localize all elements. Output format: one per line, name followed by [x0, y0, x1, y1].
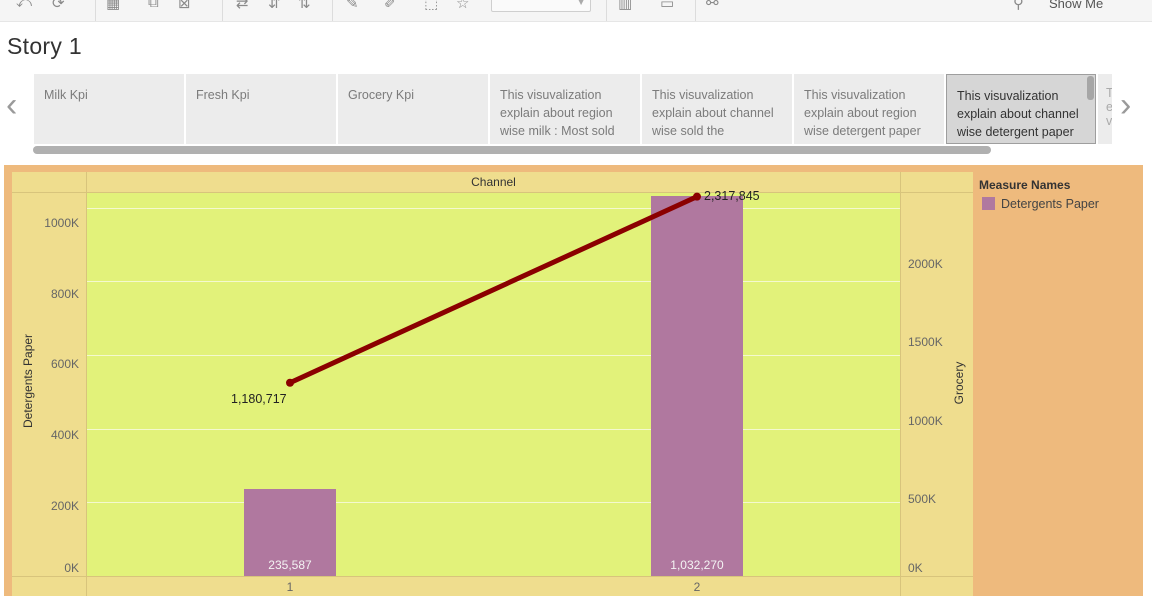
story-point[interactable]: This visuvalization explain about channe…: [642, 74, 792, 144]
left-axis-tick: 1000K: [44, 216, 79, 230]
left-axis-tick: 200K: [50, 499, 79, 513]
right-axis-tick: 0K: [908, 561, 923, 575]
story-points-horizontal-scrollbar[interactable]: [33, 146, 991, 154]
right-axis-tick: 500K: [908, 492, 937, 506]
toolbar: ⤺ ⟳ ▦ ⧉ ⊠ ⇄ ⇵ ⇅ ✎ ✐ ⬚ ☆ ▼ ▥ ▭ ⚯ ⚲ Show M…: [0, 0, 1152, 22]
swap-icon[interactable]: ⇄: [236, 0, 249, 12]
story-point-partial[interactable]: Th e v: [1098, 74, 1112, 144]
story-point[interactable]: This visuvalization explain about region…: [490, 74, 640, 144]
right-axis-tick: 1000K: [908, 414, 943, 428]
show-me-icon: ⚲: [1013, 0, 1024, 12]
sort-ascending-icon[interactable]: ⇵: [268, 0, 281, 12]
x-axis-tick: 2: [693, 580, 701, 594]
story-point[interactable]: Grocery Kpi: [338, 74, 488, 144]
left-axis-tick: 0K: [64, 561, 79, 575]
column-header-channel: Channel: [471, 175, 516, 189]
story-title: Story 1: [7, 33, 82, 59]
gridline: [87, 208, 900, 209]
fit-icon[interactable]: ⬚: [424, 0, 438, 12]
legend-swatch[interactable]: [982, 197, 995, 210]
story-point[interactable]: This visuvalization explain about region…: [794, 74, 944, 144]
sort-descending-icon[interactable]: ⇅: [298, 0, 311, 12]
duplicate-sheet-icon[interactable]: ⧉: [148, 0, 159, 11]
right-axis-tick: 2000K: [908, 257, 943, 271]
x-axis-tick: 1: [286, 580, 294, 594]
left-axis-tick: 600K: [50, 357, 79, 371]
show-labels-icon[interactable]: ▥: [618, 0, 632, 12]
share-icon[interactable]: ⚯: [706, 0, 719, 12]
story-point-active[interactable]: This visuvalization explain about channe…: [946, 74, 1096, 144]
gridline: [87, 502, 900, 503]
story-point[interactable]: Fresh Kpi: [186, 74, 336, 144]
gridline: [87, 429, 900, 430]
bar-data-label: 1,032,270: [670, 558, 724, 572]
line-data-label: 2,317,845: [704, 188, 760, 203]
story-point-scrollbar[interactable]: [1087, 76, 1094, 100]
new-sheet-icon[interactable]: ▦: [106, 0, 120, 12]
clear-sheet-icon[interactable]: ⊠: [178, 0, 191, 12]
bar-data-label: 235,587: [268, 558, 312, 572]
next-point-arrow-icon[interactable]: ›: [1120, 88, 1131, 122]
pin-icon[interactable]: ☆: [456, 0, 469, 12]
right-axis-title: Grocery: [952, 361, 966, 405]
show-me-button[interactable]: Show Me: [1049, 0, 1103, 11]
highlight-icon[interactable]: ✎: [346, 0, 359, 12]
undo-icon[interactable]: ⤺: [16, 0, 32, 11]
left-axis-tick: 400K: [50, 428, 79, 442]
legend-item-label[interactable]: Detergents Paper: [1001, 197, 1099, 211]
plot-area: [87, 193, 900, 576]
story-point[interactable]: Milk Kpi: [34, 74, 184, 144]
left-axis-tick: 800K: [50, 287, 79, 301]
legend-title: Measure Names: [979, 178, 1071, 192]
right-axis-tick: 1500K: [908, 335, 943, 349]
refresh-icon[interactable]: ⟳: [52, 0, 65, 12]
story-points-strip: Milk Kpi Fresh Kpi Grocery Kpi This visu…: [34, 74, 1098, 144]
gridline: [87, 281, 900, 282]
line-data-label: 1,180,717: [231, 391, 287, 406]
left-axis-title: Detergents Paper: [21, 333, 35, 428]
bar-detergents-paper[interactable]: [651, 195, 743, 576]
fit-dropdown[interactable]: ▼: [491, 0, 591, 12]
presentation-icon[interactable]: ▭: [660, 0, 674, 12]
annotate-icon[interactable]: ✐: [384, 0, 397, 12]
gridline: [87, 355, 900, 356]
previous-point-arrow-icon[interactable]: ‹: [6, 88, 17, 122]
